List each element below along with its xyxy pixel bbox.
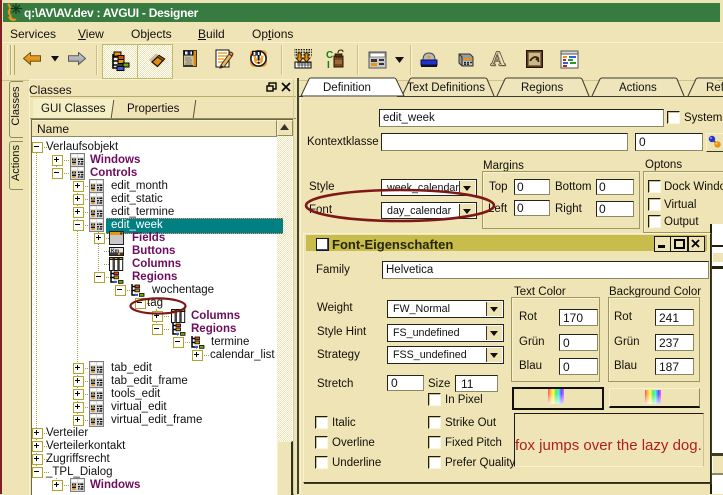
svg-text:A: A (492, 49, 507, 69)
svg-text:I: I (327, 60, 330, 69)
